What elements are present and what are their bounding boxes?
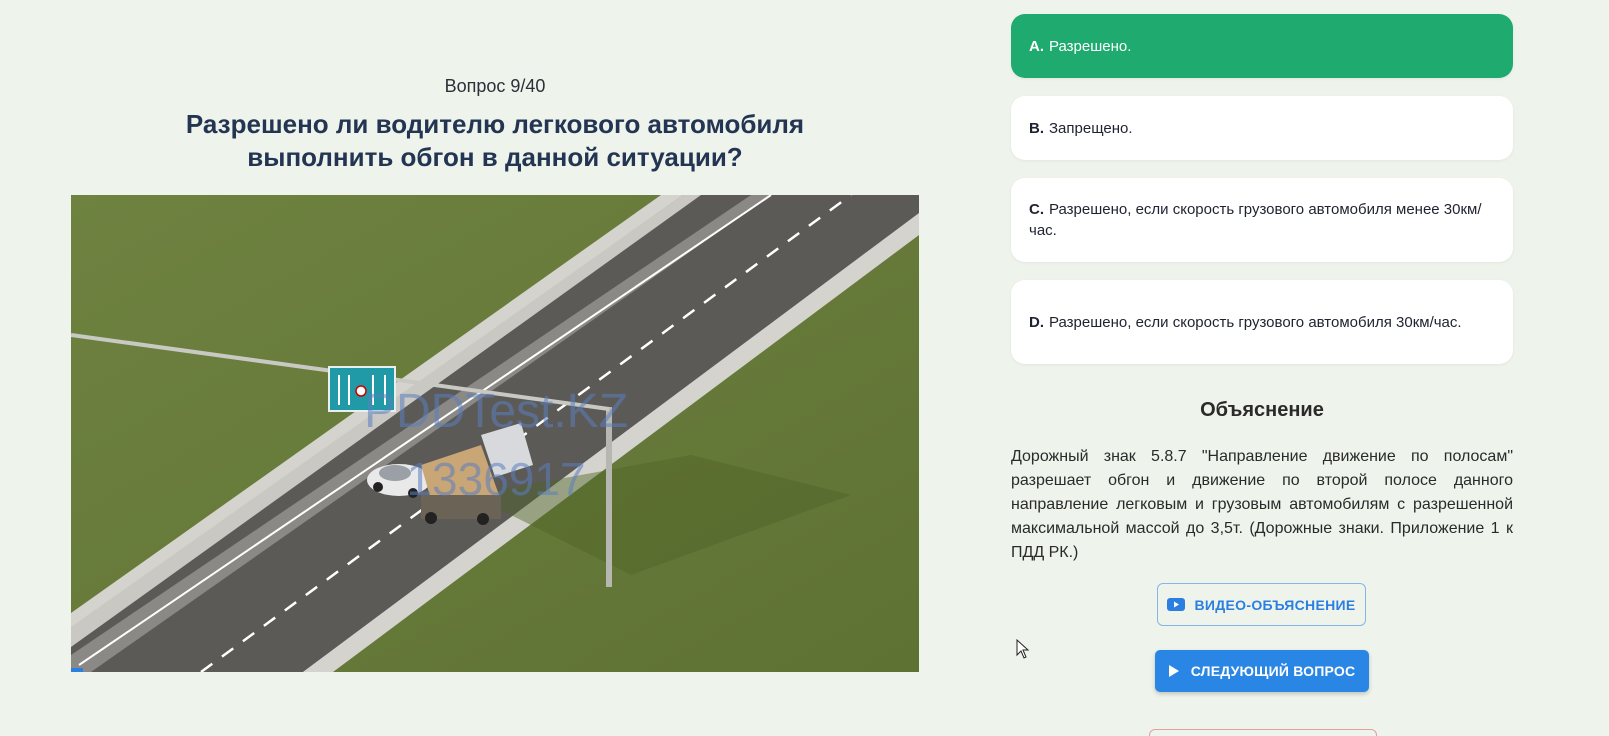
road-scene-image: PDDTest.KZ 1336917 [71,195,919,672]
answer-option-d[interactable]: D. Разрешено, если скорость грузового авт… [1011,280,1513,364]
watermark-text: PDDTest.KZ [364,385,628,438]
next-button-label: СЛЕДУЮЩИЙ ВОПРОС [1190,663,1356,679]
partially-visible-button[interactable] [1149,729,1377,736]
video-explanation-button[interactable]: ВИДЕО-ОБЪЯСНЕНИЕ [1157,583,1366,626]
answer-option-b[interactable]: B. Запрещено. [1011,96,1513,160]
option-letter: A. [1029,37,1044,55]
question-counter: Вопрос 9/40 [444,76,546,96]
watermark-number: 1336917 [406,453,585,505]
youtube-icon [1167,598,1186,611]
play-icon [1168,665,1179,677]
answer-option-c[interactable]: C. Разрешено, если скорость грузового авт… [1011,178,1513,262]
question-illustration: PDDTest.KZ 1336917 [71,195,919,672]
explanation-text: Дорожный знак 5.8.7 "Направление движени… [1011,448,1513,561]
answer-option-a[interactable]: A. Разрешено. [1011,14,1513,78]
option-text: Запрещено. [1049,119,1133,137]
explanation-title: Объяснение [1200,399,1324,421]
next-question-button[interactable]: СЛЕДУЮЩИЙ ВОПРОС [1155,650,1369,692]
option-letter: C. [1029,201,1044,218]
option-text: Разрешено, если скорость грузового автом… [1029,201,1482,239]
video-progress-indicator [71,668,83,672]
option-text: Разрешено. [1049,37,1132,55]
mouse-cursor-icon [1016,639,1030,659]
option-letter: B. [1029,119,1044,137]
quiz-page: Вопрос 9/40 Разрешено ли водителю легков… [0,0,1609,736]
option-letter: D. [1029,313,1044,331]
option-text: Разрешено, если скорость грузового автом… [1049,313,1462,331]
question-text: Разрешено ли водителю легкового автомоби… [185,109,805,172]
video-button-label: ВИДЕО-ОБЪЯСНЕНИЕ [1194,596,1356,613]
